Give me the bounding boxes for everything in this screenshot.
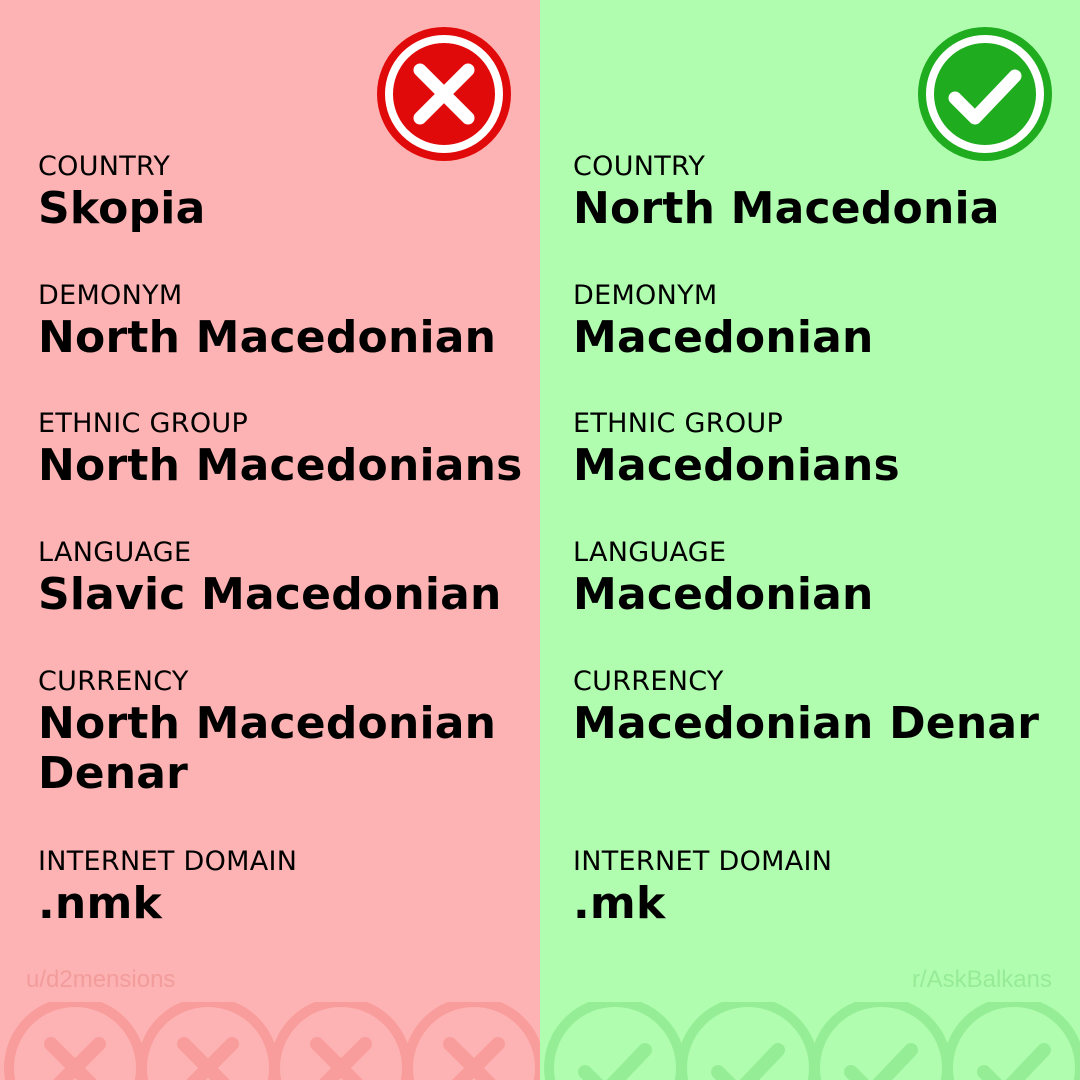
faded-check-icons-strip (544, 1002, 1080, 1080)
field-label: COUNTRY (573, 151, 706, 182)
field-demonym: DEMONYM North Macedonian (38, 281, 496, 363)
field-label: DEMONYM (573, 280, 718, 311)
field-label: LANGUAGE (38, 537, 192, 568)
field-country: COUNTRY Skopia (38, 152, 205, 234)
field-label: CURRENCY (573, 666, 724, 697)
field-value: North Macedonian Denar (38, 698, 497, 799)
field-country: COUNTRY North Macedonia (573, 152, 1000, 234)
field-label: CURRENCY (38, 666, 189, 697)
field-value: Macedonian Denar (573, 698, 1040, 749)
field-value: North Macedonians (38, 440, 523, 491)
field-ethnic-group: ETHNIC GROUP North Macedonians (38, 409, 523, 491)
field-label: DEMONYM (38, 280, 183, 311)
field-label: INTERNET DOMAIN (573, 846, 833, 877)
field-value: Macedonian (573, 569, 874, 620)
field-value: Macedonian (573, 312, 874, 363)
field-value: Skopia (38, 183, 206, 234)
field-internet-domain: INTERNET DOMAIN .mk (573, 847, 832, 929)
check-icon (918, 27, 1052, 161)
field-internet-domain: INTERNET DOMAIN .nmk (38, 847, 297, 929)
field-language: LANGUAGE Slavic Macedonian (38, 538, 502, 620)
field-label: ETHNIC GROUP (38, 408, 249, 439)
cross-icon (377, 27, 511, 161)
field-value: .mk (573, 878, 666, 929)
faded-cross-icons-strip (4, 1002, 540, 1080)
author-credit: u/d2mensions (26, 966, 176, 993)
wrong-names-panel: COUNTRY Skopia DEMONYM North Macedonian … (0, 0, 540, 1080)
field-label: LANGUAGE (573, 537, 727, 568)
field-currency: CURRENCY North Macedonian Denar (38, 667, 518, 799)
field-label: INTERNET DOMAIN (38, 846, 298, 877)
field-value: North Macedonia (573, 183, 1000, 234)
correct-names-panel: COUNTRY North Macedonia DEMONYM Macedoni… (540, 0, 1080, 1080)
subreddit-credit: r/AskBalkans (911, 966, 1052, 993)
field-language: LANGUAGE Macedonian (573, 538, 874, 620)
field-value: Slavic Macedonian (38, 569, 502, 620)
field-value: .nmk (38, 878, 162, 929)
field-value: North Macedonian (38, 312, 497, 363)
field-label: COUNTRY (38, 151, 171, 182)
field-label: ETHNIC GROUP (573, 408, 784, 439)
field-value: Macedonians (573, 440, 900, 491)
field-ethnic-group: ETHNIC GROUP Macedonians (573, 409, 900, 491)
field-currency: CURRENCY Macedonian Denar (573, 667, 1039, 749)
field-demonym: DEMONYM Macedonian (573, 281, 874, 363)
